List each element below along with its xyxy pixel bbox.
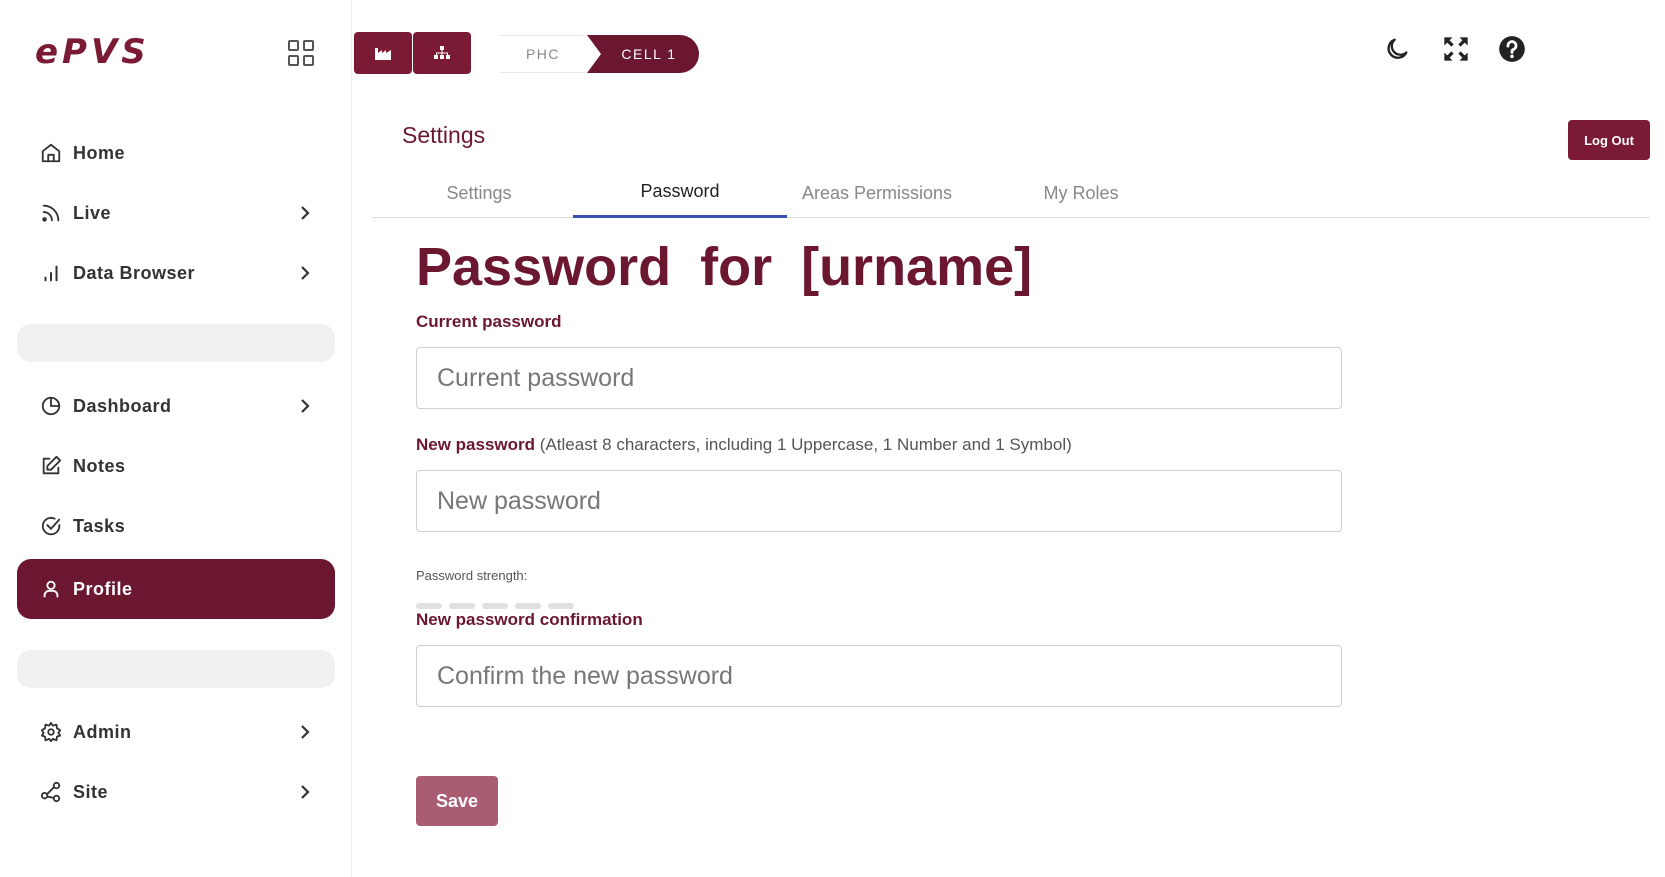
chevron-right-icon xyxy=(301,785,310,799)
sidebar-item-profile[interactable]: Profile xyxy=(17,559,335,619)
top-bar: PHC CELL 1 xyxy=(352,0,1665,106)
sidebar-section-placeholder xyxy=(17,650,335,688)
apps-grid-icon[interactable] xyxy=(288,40,314,66)
sidebar-item-data-browser[interactable]: Data Browser xyxy=(17,243,335,303)
breadcrumb-cell-1[interactable]: CELL 1 xyxy=(587,35,699,73)
fullscreen-icon[interactable] xyxy=(1439,32,1473,66)
page-title: Settings xyxy=(402,122,486,148)
hierarchy-button[interactable] xyxy=(413,32,471,74)
sidebar-item-label: Admin xyxy=(73,721,132,742)
sidebar-item-label: Live xyxy=(73,202,112,223)
new-password-label-text: New password xyxy=(416,435,536,454)
sidebar-item-site[interactable]: Site xyxy=(17,762,335,822)
tab-my-roles[interactable]: My Roles xyxy=(974,168,1188,218)
chevron-right-icon xyxy=(301,266,310,280)
factory-button[interactable] xyxy=(354,32,412,74)
bar-chart-icon xyxy=(37,259,65,287)
new-password-label: New password (Atleast 8 characters, incl… xyxy=(416,435,1072,455)
sidebar-item-home[interactable]: Home xyxy=(17,123,335,183)
logout-button[interactable]: Log Out xyxy=(1568,120,1650,160)
current-password-field[interactable] xyxy=(416,347,1342,409)
password-heading: Password for [urname] xyxy=(416,237,1033,297)
rss-icon xyxy=(37,199,65,227)
save-button[interactable]: Save xyxy=(416,776,498,826)
tab-areas-permissions[interactable]: Areas Permissions xyxy=(770,168,984,218)
current-password-label: Current password xyxy=(416,312,562,331)
factory-icon xyxy=(375,48,391,60)
moon-icon[interactable] xyxy=(1380,32,1414,66)
pie-chart-icon xyxy=(37,392,65,420)
hierarchy-icon xyxy=(434,46,450,59)
logo-bar: ePVS xyxy=(0,0,351,106)
sidebar-item-label: Home xyxy=(73,142,126,163)
tab-settings[interactable]: Settings xyxy=(372,168,586,218)
settings-tabs: Settings Password Areas Permissions My R… xyxy=(372,168,1650,218)
breadcrumb-separator xyxy=(587,35,601,73)
breadcrumb-phc[interactable]: PHC xyxy=(499,35,587,73)
chevron-right-icon xyxy=(301,399,310,413)
chevron-right-icon xyxy=(301,725,310,739)
strength-segment xyxy=(515,603,541,609)
help-icon[interactable] xyxy=(1495,32,1529,66)
strength-segment xyxy=(548,603,574,609)
breadcrumb-cell-label: CELL 1 xyxy=(621,46,677,62)
sidebar-item-label: Data Browser xyxy=(73,262,196,283)
sidebar-item-label: Dashboard xyxy=(73,395,172,416)
share-icon xyxy=(37,778,65,806)
sidebar-item-tasks[interactable]: Tasks xyxy=(17,496,335,556)
sidebar-section-placeholder xyxy=(17,324,335,362)
new-password-field[interactable] xyxy=(416,470,1342,532)
new-password-hint: (Atleast 8 characters, including 1 Upper… xyxy=(539,435,1072,454)
sidebar: ePVS Home Live Data Browser Dashboard No… xyxy=(0,0,352,877)
confirm-password-label: New password confirmation xyxy=(416,610,643,629)
check-circle-icon xyxy=(37,512,65,540)
sidebar-item-dashboard[interactable]: Dashboard xyxy=(17,376,335,436)
main-content: Settings Log Out Settings Password Areas… xyxy=(372,106,1650,877)
app-logo[interactable]: ePVS xyxy=(35,32,150,72)
password-strength-label: Password strength: xyxy=(416,568,528,583)
sidebar-item-label: Notes xyxy=(73,455,126,476)
chevron-right-icon xyxy=(301,206,310,220)
gear-icon xyxy=(37,718,65,746)
sidebar-item-notes[interactable]: Notes xyxy=(17,436,335,496)
sidebar-item-label: Tasks xyxy=(73,515,126,536)
tab-password[interactable]: Password xyxy=(573,168,787,218)
password-strength-meter xyxy=(416,603,581,609)
sidebar-item-live[interactable]: Live xyxy=(17,183,335,243)
sidebar-item-label: Site xyxy=(73,781,109,802)
user-icon xyxy=(37,575,65,603)
breadcrumb: PHC CELL 1 xyxy=(499,35,699,73)
strength-segment xyxy=(482,603,508,609)
sidebar-item-label: Profile xyxy=(73,578,133,599)
edit-icon xyxy=(37,452,65,480)
sidebar-item-admin[interactable]: Admin xyxy=(17,702,335,762)
strength-segment xyxy=(449,603,475,609)
home-icon xyxy=(37,139,65,167)
confirm-password-field[interactable] xyxy=(416,645,1342,707)
strength-segment xyxy=(416,603,442,609)
